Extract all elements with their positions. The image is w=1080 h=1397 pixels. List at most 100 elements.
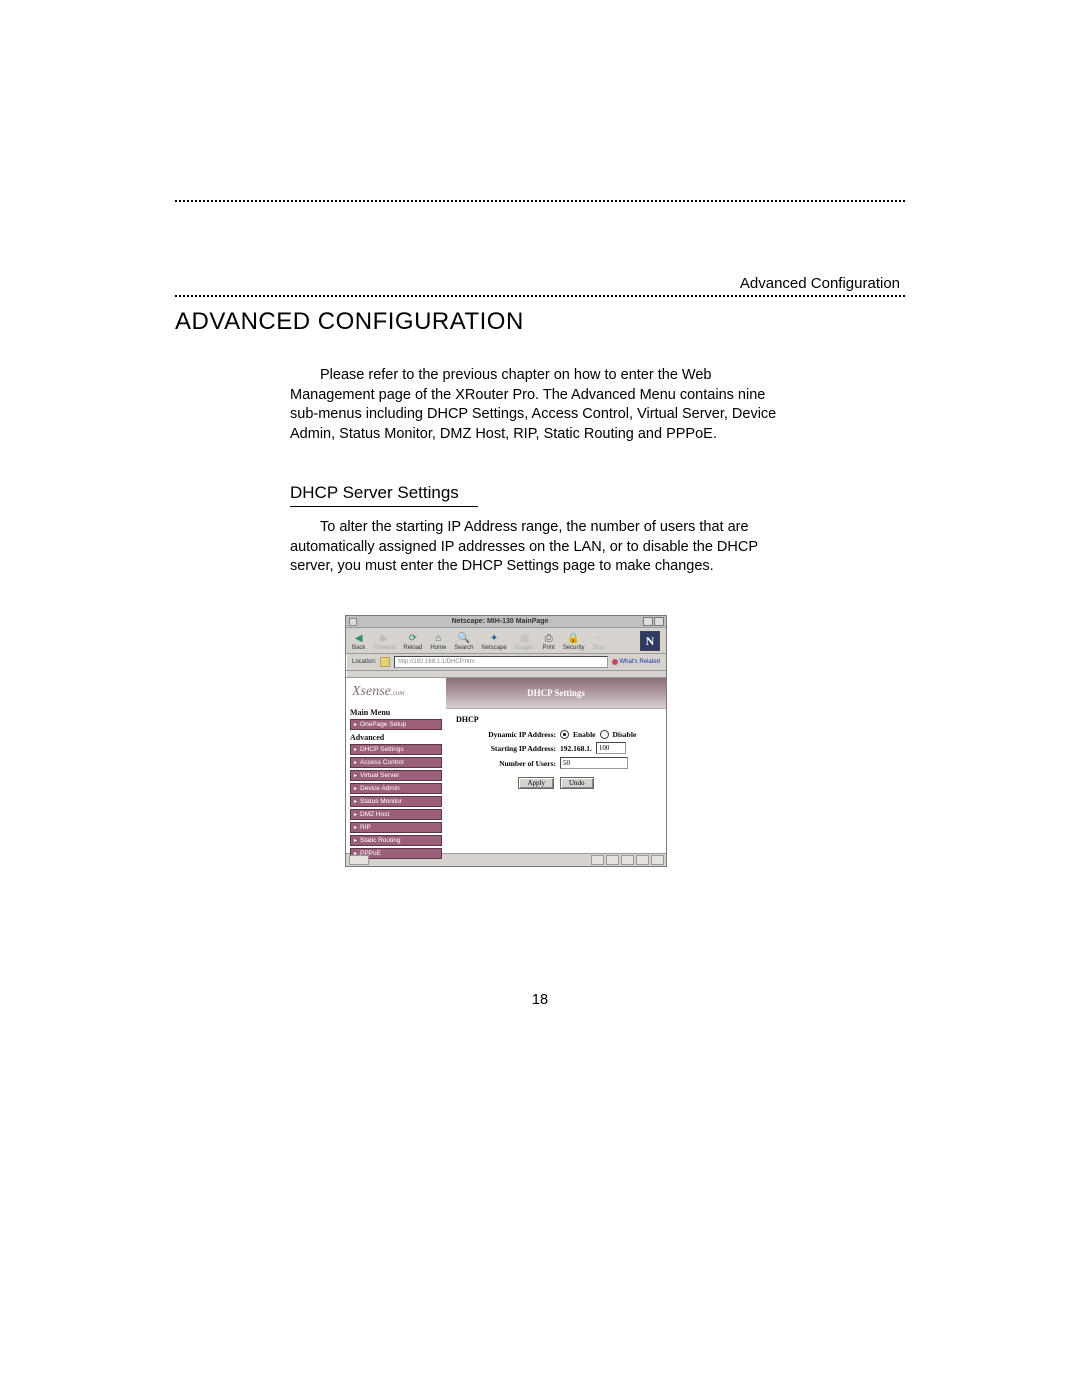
page-top-rule: [175, 200, 905, 202]
enable-radio[interactable]: [560, 730, 569, 739]
window-zoom-button[interactable]: [654, 617, 664, 626]
number-of-users-row: Number of Users: 50: [456, 757, 656, 769]
back-label: Back: [352, 645, 365, 651]
running-header-rule: [175, 295, 905, 297]
netscape-logo: N: [640, 631, 660, 651]
disable-label: Disable: [613, 730, 637, 739]
bullet-icon: ▸: [354, 837, 357, 844]
home-button[interactable]: ⌂ Home: [430, 633, 446, 651]
starting-ip-input[interactable]: 100: [596, 742, 626, 754]
security-label: Security: [563, 645, 585, 651]
home-icon: ⌂: [432, 633, 444, 644]
bullet-icon: ▸: [354, 811, 357, 818]
page-banner: DHCP Settings: [446, 678, 666, 709]
status-icon-3[interactable]: [621, 855, 634, 865]
netscape-icon: ✦: [488, 633, 500, 644]
reload-button[interactable]: ⟳ Reload: [403, 633, 422, 651]
netscape-button[interactable]: ✦ Netscape: [481, 633, 506, 651]
section-paragraph: To alter the starting IP Address range, …: [290, 518, 790, 577]
stop-label: Stop: [592, 645, 604, 651]
sidebar-item-dhcp-settings[interactable]: ▸DHCP Settings: [350, 744, 442, 755]
dhcp-settings-label: DHCP Settings: [360, 746, 404, 753]
search-button[interactable]: 🔍 Search: [454, 633, 473, 651]
bookmark-icon[interactable]: [380, 657, 390, 667]
dynamic-ip-row: Dynamic IP Address: Enable Disable: [456, 730, 656, 739]
print-icon: ⎙: [543, 633, 555, 644]
brand-suffix: .com: [391, 689, 404, 697]
page-content: Xsense.com Main Menu ▸OnePage Setup Adva…: [346, 678, 666, 853]
static-routing-label: Static Routing: [360, 837, 400, 844]
location-input[interactable]: http://192.168.1.1/DHCP.htm: [394, 656, 607, 668]
status-monitor-label: Status Monitor: [360, 798, 402, 805]
sidebar-item-onepage-setup[interactable]: ▸OnePage Setup: [350, 719, 442, 730]
back-button[interactable]: ◀ Back: [352, 633, 365, 651]
enable-label: Enable: [573, 730, 596, 739]
bullet-icon: ▸: [354, 721, 357, 728]
status-icon-5[interactable]: [651, 855, 664, 865]
forward-button[interactable]: ▶ Forward: [373, 633, 395, 651]
chapter-title: ADVANCED CONFIGURATION: [175, 308, 524, 336]
bullet-icon: ▸: [354, 759, 357, 766]
advanced-menu-header: Advanced: [350, 733, 442, 742]
window-collapse-button[interactable]: [643, 617, 653, 626]
browser-toolbar: ◀ Back ▶ Forward ⟳ Reload ⌂ Home 🔍 Searc…: [346, 628, 666, 654]
dhcp-section-label: DHCP: [456, 715, 656, 724]
brand-name: Xsense: [352, 684, 391, 699]
intro-text: Please refer to the previous chapter on …: [290, 367, 776, 442]
number-of-users-label: Number of Users:: [456, 759, 556, 768]
location-label: Location:: [352, 659, 376, 665]
print-button[interactable]: ⎙ Print: [542, 633, 554, 651]
intro-paragraph: Please refer to the previous chapter on …: [290, 366, 790, 444]
main-menu-header: Main Menu: [350, 708, 442, 717]
location-bar: Location: http://192.168.1.1/DHCP.htm Wh…: [346, 654, 666, 671]
disable-radio[interactable]: [600, 730, 609, 739]
virtual-server-label: Virtual Server: [360, 772, 399, 779]
number-of-users-input[interactable]: 50: [560, 757, 628, 769]
sidebar-item-dmz-host[interactable]: ▸DMZ Host: [350, 809, 442, 820]
bullet-icon: ▸: [354, 772, 357, 779]
window-menu-icon[interactable]: [349, 618, 357, 626]
starting-ip-label: Starting IP Address:: [456, 744, 556, 753]
home-label: Home: [430, 645, 446, 651]
dmz-host-label: DMZ Host: [360, 811, 389, 818]
back-arrow-icon: ◀: [353, 633, 365, 644]
sidebar-item-static-routing[interactable]: ▸Static Routing: [350, 835, 442, 846]
sidebar-item-status-monitor[interactable]: ▸Status Monitor: [350, 796, 442, 807]
form-buttons: Apply Undo: [456, 777, 656, 789]
reload-label: Reload: [403, 645, 422, 651]
window-title: Netscape: MIH-130 MainPage: [357, 618, 643, 625]
sidebar-item-rip[interactable]: ▸RIP: [350, 822, 442, 833]
bullet-icon: ▸: [354, 824, 357, 831]
lock-icon: 🔒: [568, 633, 580, 644]
forward-arrow-icon: ▶: [378, 633, 390, 644]
search-icon: 🔍: [458, 633, 470, 644]
images-icon: ▦: [519, 633, 531, 644]
images-button[interactable]: ▦ Images: [515, 633, 535, 651]
security-button[interactable]: 🔒 Security: [563, 633, 585, 651]
sidebar-item-access-control[interactable]: ▸Access Control: [350, 757, 442, 768]
section-heading-rule: [290, 506, 478, 507]
toolbar-handle[interactable]: [346, 671, 666, 678]
undo-button[interactable]: Undo: [560, 777, 594, 789]
apply-button[interactable]: Apply: [518, 777, 554, 789]
starting-ip-row: Starting IP Address: 192.168.1. 100: [456, 742, 656, 754]
stop-icon: ◦: [593, 633, 605, 644]
sidebar-item-virtual-server[interactable]: ▸Virtual Server: [350, 770, 442, 781]
whats-related-button[interactable]: What's Related: [612, 659, 661, 665]
starting-ip-prefix: 192.168.1.: [560, 744, 592, 753]
status-icon-4[interactable]: [636, 855, 649, 865]
device-admin-label: Device Admin: [360, 785, 400, 792]
netscape-label: Netscape: [481, 645, 506, 651]
sidebar-item-device-admin[interactable]: ▸Device Admin: [350, 783, 442, 794]
window-titlebar: Netscape: MIH-130 MainPage: [346, 616, 666, 628]
bullet-icon: ▸: [354, 746, 357, 753]
dynamic-ip-label: Dynamic IP Address:: [456, 730, 556, 739]
search-label: Search: [454, 645, 473, 651]
status-handle[interactable]: [349, 855, 369, 865]
stop-button[interactable]: ◦ Stop: [592, 633, 604, 651]
status-icon-1[interactable]: [591, 855, 604, 865]
section-text: To alter the starting IP Address range, …: [290, 519, 758, 574]
brand-logo: Xsense.com: [350, 681, 442, 706]
forward-label: Forward: [373, 645, 395, 651]
status-icon-2[interactable]: [606, 855, 619, 865]
